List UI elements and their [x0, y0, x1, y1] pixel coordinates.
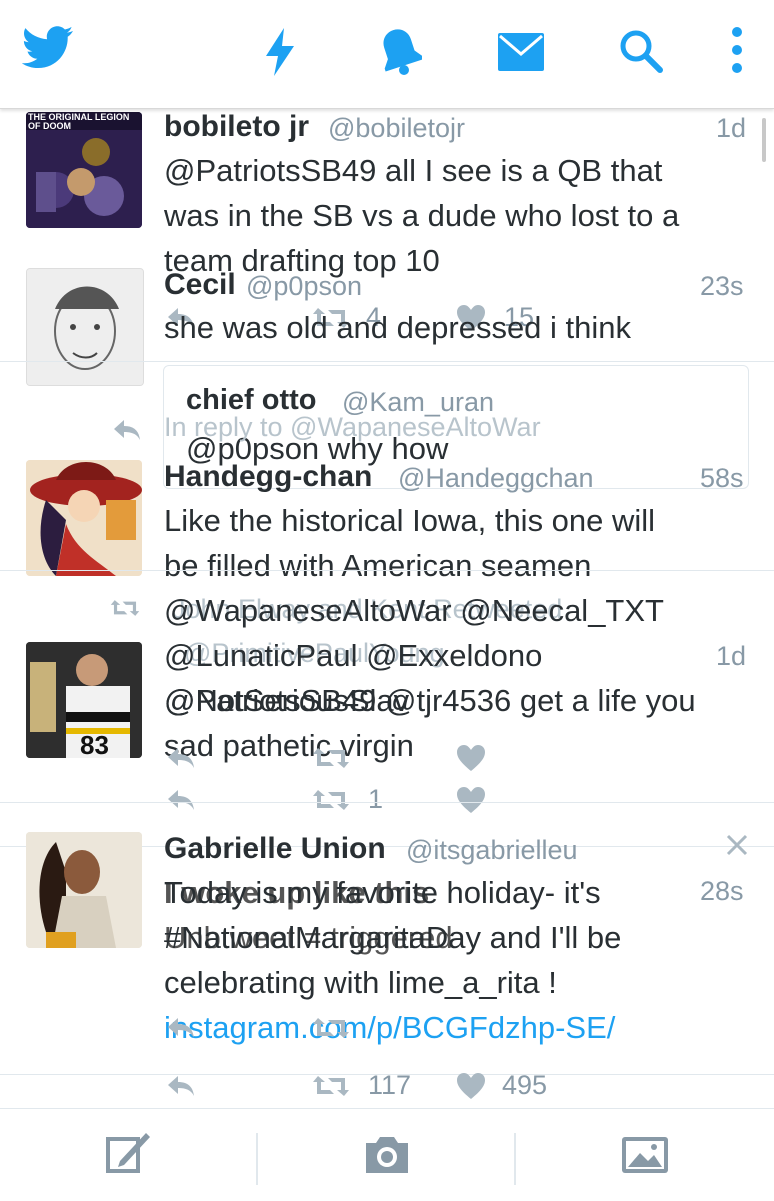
like-count: 495 [502, 1070, 548, 1100]
tweet-author-name[interactable]: Gabrielle Union [164, 832, 386, 866]
toolbar-divider [514, 1133, 516, 1185]
avatar[interactable]: 83 [26, 642, 142, 758]
more-vertical-icon[interactable] [730, 26, 744, 79]
reply-icon[interactable] [166, 1074, 196, 1103]
heart-icon[interactable] [456, 1072, 486, 1105]
avatar[interactable] [26, 268, 144, 386]
jersey-number: 83 [80, 730, 109, 758]
tweet-text-line: was in the SB vs a dude who lost to a [164, 198, 680, 233]
avatar[interactable] [26, 460, 142, 576]
tweet-timestamp: 23s [700, 271, 744, 301]
twitter-bird-icon[interactable] [21, 26, 74, 75]
scrollbar[interactable] [762, 118, 766, 162]
toolbar-divider [256, 1133, 258, 1185]
divider [0, 570, 774, 571]
tweet-text-line: @WapaneseAltoWar @Neecal_TXT [164, 593, 664, 628]
tweet-timestamp: 58s [700, 463, 744, 493]
reply-icon[interactable] [166, 1016, 196, 1045]
reply-icon[interactable] [112, 418, 142, 447]
tweet-text-line: sad pathetic virgin [164, 728, 414, 763]
reply-icon[interactable] [166, 746, 196, 775]
image-icon[interactable] [620, 1135, 670, 1180]
tweet-timestamp: 1d [716, 113, 747, 143]
tweet-text-line: @LunaticPaul @Exxeldono [164, 638, 543, 673]
top-navigation-bar [0, 0, 774, 109]
tweet-author-name[interactable]: bobileto jr [164, 110, 309, 144]
avatar-caption: THE ORIGINAL LEGION OF DOOM [28, 112, 130, 131]
tweet-text-line: she was old and depressed i think [164, 310, 632, 345]
close-icon[interactable] [726, 834, 748, 861]
tweet-author-name[interactable]: Cecil [164, 268, 236, 302]
camera-icon[interactable] [362, 1135, 412, 1180]
tweet-author-handle[interactable]: @bobiletojr [328, 113, 465, 144]
envelope-icon[interactable] [497, 32, 545, 77]
tweet-text-line: be filled with American seamen [164, 548, 592, 583]
tweet-text-line: @PatriotsSB49 @tjr4536 get a life you [164, 683, 696, 718]
tweet-text-line: Like the historical Iowa, this one will [164, 503, 656, 538]
tweet-timestamp: 28s [700, 876, 744, 906]
tweet-author-handle[interactable]: @p0pson [246, 271, 362, 302]
avatar[interactable] [26, 832, 142, 948]
tweet-text-line: Today is my favorite holiday- it's [164, 875, 601, 910]
search-icon[interactable] [618, 28, 664, 79]
tweet-text-line: celebrating with lime_a_rita ! [164, 965, 557, 1000]
divider [0, 361, 774, 362]
retweet-count: 1 [368, 784, 384, 814]
avatar[interactable]: THE ORIGINAL LEGION OF DOOM [26, 112, 142, 228]
tweet-text-line: @PatriotsSB49 all I see is a QB that [164, 153, 663, 188]
tweet-link[interactable]: instagram.com/p/BCGFdzhp-SE/ [164, 1005, 615, 1050]
heart-icon[interactable] [456, 744, 486, 777]
tweet-timestamp: 1d [716, 641, 747, 671]
tweet-author-name[interactable]: Handegg-chan [164, 460, 372, 494]
retweet-icon[interactable] [312, 746, 350, 775]
divider [0, 802, 774, 803]
tweet-author-handle[interactable]: @Handeggchan [398, 463, 594, 494]
retweet-count: 117 [368, 1070, 412, 1100]
bottom-compose-bar [0, 1108, 774, 1201]
retweet-icon[interactable] [110, 598, 140, 623]
retweet-icon[interactable] [312, 1074, 350, 1103]
retweet-icon[interactable] [312, 1016, 350, 1045]
in-reply-to-label[interactable]: In reply to @WapaneseAltoWar [164, 412, 541, 443]
lightning-icon[interactable] [264, 28, 296, 81]
timeline-feed[interactable]: THE ORIGINAL LEGION OF DOOM bobileto jr … [0, 108, 774, 1108]
tweet-text-line: #NationalMargaritaDay and I'll be [164, 920, 622, 955]
compose-tweet-icon[interactable] [106, 1129, 152, 1180]
tweet-author-handle[interactable]: @itsgabrielleu [406, 835, 578, 866]
bell-icon[interactable] [378, 27, 424, 80]
